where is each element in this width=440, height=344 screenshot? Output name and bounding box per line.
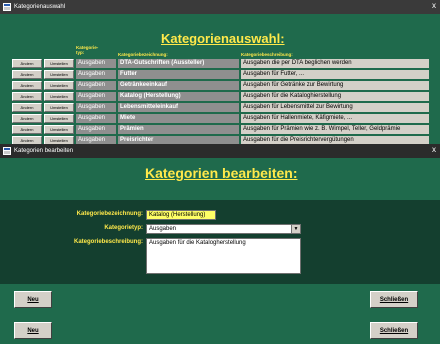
category-name-cell: Katalog (Herstellung)	[118, 92, 239, 101]
access-form-icon	[3, 3, 11, 11]
category-type-cell: Ausgaben	[76, 103, 116, 112]
access-form-icon	[3, 147, 11, 155]
move-button[interactable]: Umstellen	[44, 70, 74, 79]
edit-button[interactable]: Ändern	[12, 114, 42, 123]
category-type-select[interactable]: Ausgaben ▼	[146, 224, 301, 234]
edit-button[interactable]: Ändern	[12, 81, 42, 90]
button-bar: Neu Schließen	[0, 284, 440, 316]
page-title: Kategorien bearbeiten:	[145, 165, 298, 181]
kategorienauswahl-window: Kategorienauswahl x Kategorienauswahl: K…	[0, 0, 440, 146]
category-description-cell: Ausgaben für Getränke zur Bewirtung	[241, 81, 429, 90]
close-button-label: Schließen	[379, 296, 409, 303]
category-description-cell: Ausgaben für Hallenmiete, Käfigmiete, ..…	[241, 114, 429, 123]
close-icon[interactable]: x	[432, 145, 436, 154]
window-title: Kategorienauswahl	[14, 4, 66, 10]
close-button[interactable]: Schließen	[370, 322, 418, 339]
table-row: Ändern Umstellen Ausgaben Lebensmittelei…	[12, 103, 429, 112]
category-name-cell: Miete	[118, 114, 239, 123]
category-description-field[interactable]: Ausgaben für die Katalogherstellung	[146, 238, 301, 274]
form-detail-section: Kategoriebezeichnung: Katalog (Herstellu…	[0, 200, 440, 284]
edit-button[interactable]: Ändern	[12, 59, 42, 68]
edit-button[interactable]: Ändern	[12, 125, 42, 134]
table-row: Ändern Umstellen Ausgaben DTA-Gutschrift…	[12, 59, 429, 68]
new-button[interactable]: Neu	[14, 291, 52, 308]
category-description-label: Kategoriebeschreibung:	[73, 239, 143, 245]
category-type-cell: Ausgaben	[76, 114, 116, 123]
page-title: Kategorienauswahl:	[161, 31, 285, 46]
category-description-cell: Ausgaben für Prämien wie z. B. Wimpel, T…	[241, 125, 429, 134]
category-description-cell: Ausgaben die per DTA beglichen werden	[241, 59, 429, 68]
category-type-cell: Ausgaben	[76, 59, 116, 68]
move-button[interactable]: Umstellen	[44, 125, 74, 134]
new-button[interactable]: Neu	[14, 322, 52, 339]
move-button[interactable]: Umstellen	[44, 103, 74, 112]
category-name-label: Kategoriebezeichnung:	[76, 211, 143, 217]
table-row: Ändern Umstellen Ausgaben Miete Ausgaben…	[12, 114, 429, 123]
close-button-label: Schließen	[379, 327, 409, 334]
table-row: Ändern Umstellen Ausgaben Prämien Ausgab…	[12, 125, 429, 134]
move-button[interactable]: Umstellen	[44, 59, 74, 68]
window-title: Kategorien bearbeiten	[14, 148, 74, 154]
column-header-description: Kategoriebeschreibung:	[241, 52, 293, 57]
edit-button[interactable]: Ändern	[12, 103, 42, 112]
category-name-cell: Getränkeeinkauf	[118, 81, 239, 90]
column-header-name: Kategoriebezeichnung:	[118, 52, 168, 57]
category-name-cell: DTA-Gutschriften (Aussteller)	[118, 59, 239, 68]
new-button-label: Neu	[27, 327, 39, 334]
kategorien-bearbeiten-window: Kategorien bearbeiten x Kategorien bearb…	[0, 144, 440, 316]
category-description-cell: Ausgaben für die Kataloghierstellung	[241, 92, 429, 101]
close-icon[interactable]: x	[432, 1, 436, 10]
category-name-field[interactable]: Katalog (Herstellung)	[146, 210, 216, 220]
chevron-down-icon[interactable]: ▼	[291, 225, 300, 233]
category-name-cell: Prämien	[118, 125, 239, 134]
move-button[interactable]: Umstellen	[44, 92, 74, 101]
title-bar: Kategorien bearbeiten x	[0, 144, 440, 158]
category-type-value: Ausgaben	[149, 226, 177, 232]
close-button[interactable]: Schließen	[370, 291, 418, 308]
edit-button[interactable]: Ändern	[12, 70, 42, 79]
category-description-cell: Ausgaben für Futter, ...	[241, 70, 429, 79]
move-button[interactable]: Umstellen	[44, 114, 74, 123]
background-button-bar: Neu Schließen	[0, 316, 440, 344]
new-button-label: Neu	[27, 296, 39, 303]
category-type-label: Kategorietyp:	[104, 225, 143, 231]
table-row: Ändern Umstellen Ausgaben Getränkeeinkau…	[12, 81, 429, 90]
table-row: Ändern Umstellen Ausgaben Futter Ausgabe…	[12, 70, 429, 79]
category-name-cell: Lebensmitteleinkauf	[118, 103, 239, 112]
category-description-cell: Ausgaben für Lebensmittel zur Bewirtung	[241, 103, 429, 112]
edit-button[interactable]: Ändern	[12, 92, 42, 101]
category-type-cell: Ausgaben	[76, 92, 116, 101]
title-bar: Kategorienauswahl x	[0, 0, 440, 14]
table-row: Ändern Umstellen Ausgaben Katalog (Herst…	[12, 92, 429, 101]
category-type-cell: Ausgaben	[76, 70, 116, 79]
move-button[interactable]: Umstellen	[44, 81, 74, 90]
category-name-cell: Futter	[118, 70, 239, 79]
category-type-cell: Ausgaben	[76, 125, 116, 134]
category-type-cell: Ausgaben	[76, 81, 116, 90]
column-header-type: Kategorie- typ:	[76, 45, 99, 55]
